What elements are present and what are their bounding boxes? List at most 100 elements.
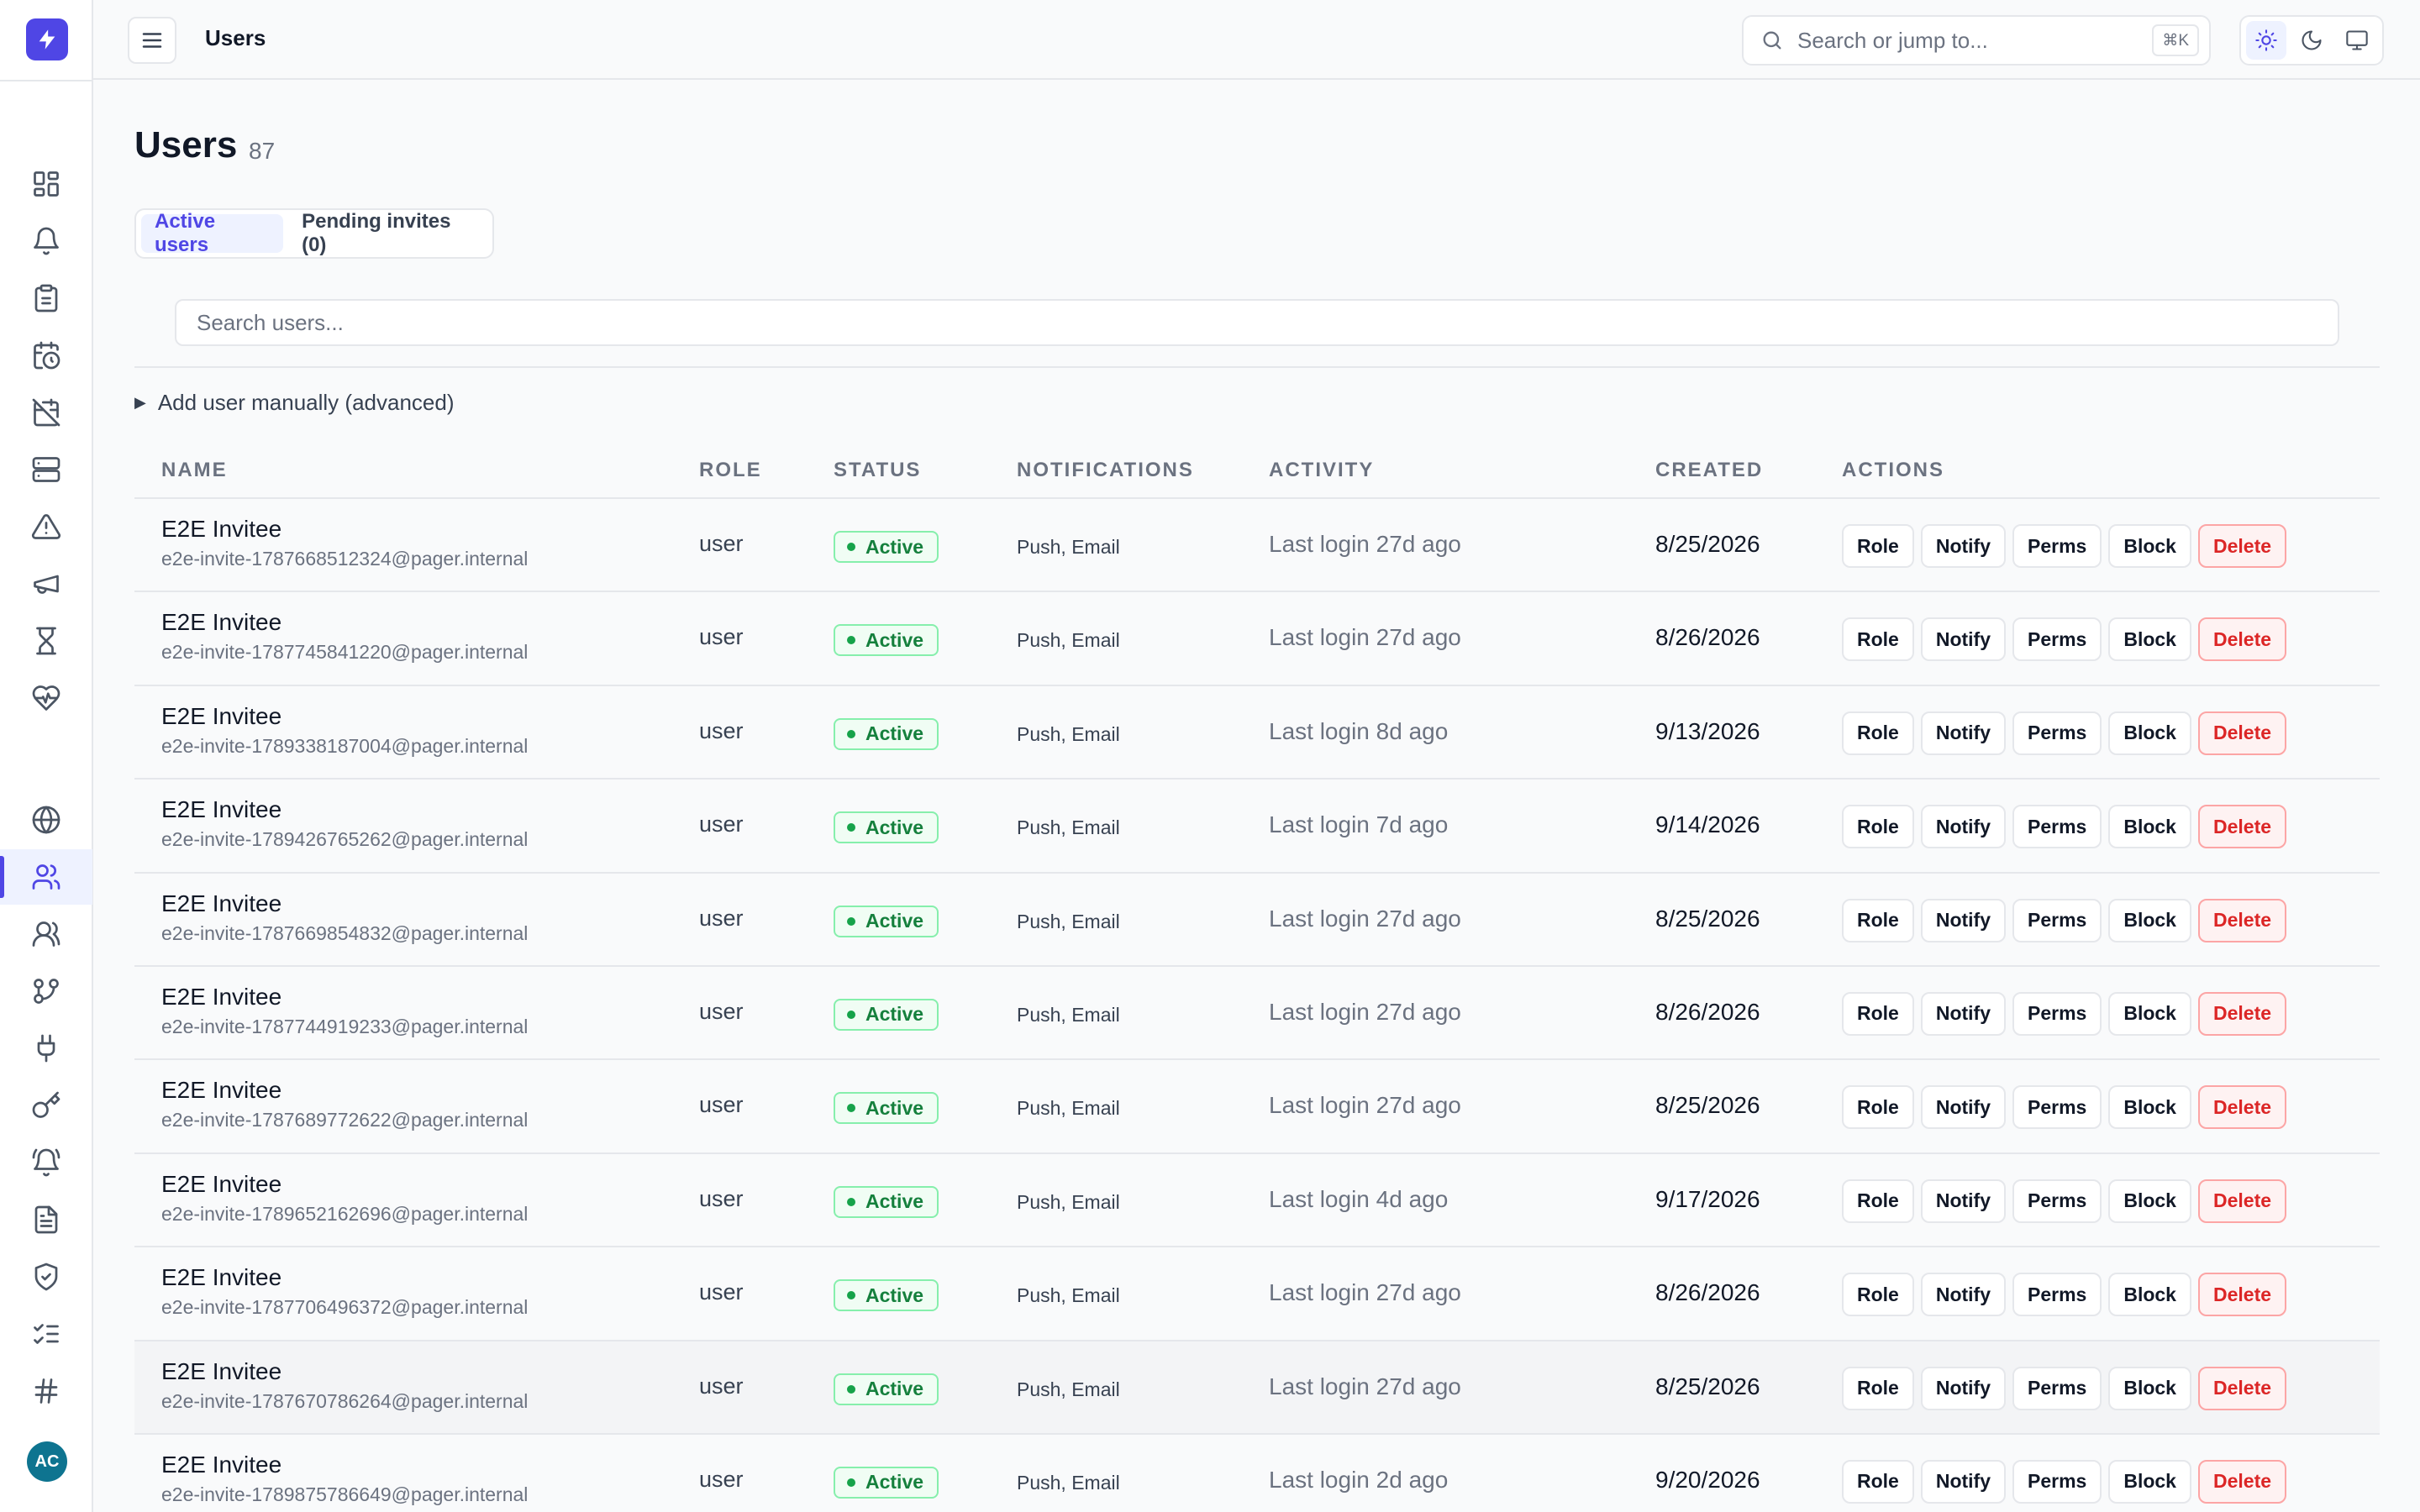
notify-button[interactable]: Notify <box>1920 805 2007 849</box>
delete-button[interactable]: Delete <box>2197 1179 2287 1223</box>
role-button[interactable]: Role <box>1842 1085 1914 1130</box>
notify-button[interactable]: Notify <box>1920 1366 2007 1410</box>
table-row[interactable]: E2E Invitee e2e-invite-1787668512324@page… <box>134 499 2380 593</box>
delete-button[interactable]: Delete <box>2197 805 2287 849</box>
block-button[interactable]: Block <box>2108 1179 2191 1223</box>
role-button[interactable]: Role <box>1842 1366 1914 1410</box>
notify-button[interactable]: Notify <box>1920 711 2007 755</box>
nav-teams[interactable] <box>0 906 92 962</box>
perms-button[interactable]: Perms <box>2012 1459 2102 1504</box>
perms-button[interactable]: Perms <box>2012 617 2102 662</box>
notify-button[interactable]: Notify <box>1920 991 2007 1036</box>
table-row[interactable]: E2E Invitee e2e-invite-1787706496372@page… <box>134 1247 2380 1341</box>
block-button[interactable]: Block <box>2108 991 2191 1036</box>
nav-audit-log[interactable] <box>0 1192 92 1247</box>
notify-button[interactable]: Notify <box>1920 524 2007 568</box>
role-button[interactable]: Role <box>1842 1459 1914 1504</box>
role-button[interactable]: Role <box>1842 524 1914 568</box>
delete-button[interactable]: Delete <box>2197 711 2287 755</box>
header-activity[interactable]: ACTIVITY <box>1269 459 1374 482</box>
nav-tasks[interactable] <box>0 270 92 326</box>
perms-button[interactable]: Perms <box>2012 1366 2102 1410</box>
table-row[interactable]: E2E Invitee e2e-invite-1787745841220@page… <box>134 592 2380 686</box>
role-button[interactable]: Role <box>1842 1273 1914 1317</box>
notify-button[interactable]: Notify <box>1920 617 2007 662</box>
block-button[interactable]: Block <box>2108 617 2191 662</box>
header-name[interactable]: NAME <box>161 459 228 482</box>
table-row[interactable]: E2E Invitee e2e-invite-1787670786264@page… <box>134 1341 2380 1435</box>
nav-checklists[interactable] <box>0 1306 92 1362</box>
nav-schedules[interactable] <box>0 328 92 383</box>
search-users-input[interactable] <box>175 299 2339 346</box>
block-button[interactable]: Block <box>2108 1273 2191 1317</box>
nav-health[interactable] <box>0 670 92 726</box>
app-logo[interactable] <box>26 18 68 60</box>
delete-button[interactable]: Delete <box>2197 898 2287 942</box>
block-button[interactable]: Block <box>2108 1366 2191 1410</box>
perms-button[interactable]: Perms <box>2012 1179 2102 1223</box>
table-row[interactable]: E2E Invitee e2e-invite-1789652162696@page… <box>134 1154 2380 1248</box>
nav-api-keys[interactable] <box>0 1078 92 1133</box>
nav-users[interactable] <box>0 849 92 905</box>
delete-button[interactable]: Delete <box>2197 617 2287 662</box>
light-theme-button[interactable] <box>2246 21 2286 60</box>
menu-toggle-button[interactable] <box>128 17 176 64</box>
delete-button[interactable]: Delete <box>2197 1366 2287 1410</box>
notify-button[interactable]: Notify <box>1920 1179 2007 1223</box>
nav-services[interactable] <box>0 442 92 497</box>
delete-button[interactable]: Delete <box>2197 1085 2287 1130</box>
role-button[interactable]: Role <box>1842 805 1914 849</box>
nav-time-off[interactable] <box>0 385 92 440</box>
block-button[interactable]: Block <box>2108 898 2191 942</box>
perms-button[interactable]: Perms <box>2012 805 2102 849</box>
table-row[interactable]: E2E Invitee e2e-invite-1789426765262@page… <box>134 780 2380 874</box>
nav-timers[interactable] <box>0 613 92 669</box>
nav-incidents[interactable] <box>0 499 92 554</box>
nav-alerts[interactable] <box>0 213 92 269</box>
block-button[interactable]: Block <box>2108 1459 2191 1504</box>
nav-dashboard[interactable] <box>0 156 92 212</box>
notify-button[interactable]: Notify <box>1920 1273 2007 1317</box>
block-button[interactable]: Block <box>2108 711 2191 755</box>
role-button[interactable]: Role <box>1842 898 1914 942</box>
delete-button[interactable]: Delete <box>2197 524 2287 568</box>
nav-channels[interactable] <box>0 1363 92 1419</box>
table-row[interactable]: E2E Invitee e2e-invite-1789338187004@page… <box>134 686 2380 780</box>
avatar[interactable]: AC <box>27 1441 67 1482</box>
role-button[interactable]: Role <box>1842 617 1914 662</box>
perms-button[interactable]: Perms <box>2012 1273 2102 1317</box>
nav-status-pages[interactable] <box>0 792 92 848</box>
nav-announcements[interactable] <box>0 556 92 612</box>
system-theme-button[interactable] <box>2337 21 2377 60</box>
nav-escalations[interactable] <box>0 963 92 1019</box>
global-search[interactable]: Search or jump to... ⌘K <box>1742 15 2211 66</box>
tab-active-users[interactable]: Active users <box>141 210 284 256</box>
nav-integrations[interactable] <box>0 1021 92 1076</box>
header-notifications[interactable]: NOTIFICATIONS <box>1017 459 1194 482</box>
delete-button[interactable]: Delete <box>2197 1273 2287 1317</box>
table-row[interactable]: E2E Invitee e2e-invite-1787744919233@page… <box>134 967 2380 1061</box>
perms-button[interactable]: Perms <box>2012 898 2102 942</box>
header-created[interactable]: CREATED <box>1655 459 1763 482</box>
delete-button[interactable]: Delete <box>2197 1459 2287 1504</box>
table-row[interactable]: E2E Invitee e2e-invite-1789875786649@page… <box>134 1435 2380 1512</box>
header-role[interactable]: ROLE <box>699 459 762 482</box>
perms-button[interactable]: Perms <box>2012 711 2102 755</box>
notify-button[interactable]: Notify <box>1920 1459 2007 1504</box>
tab-pending-invites[interactable]: Pending invites (0) <box>288 210 487 256</box>
block-button[interactable]: Block <box>2108 805 2191 849</box>
delete-button[interactable]: Delete <box>2197 991 2287 1036</box>
block-button[interactable]: Block <box>2108 1085 2191 1130</box>
nav-notification-rules[interactable] <box>0 1135 92 1190</box>
notify-button[interactable]: Notify <box>1920 898 2007 942</box>
perms-button[interactable]: Perms <box>2012 1085 2102 1130</box>
dark-theme-button[interactable] <box>2291 21 2332 60</box>
block-button[interactable]: Block <box>2108 524 2191 568</box>
notify-button[interactable]: Notify <box>1920 1085 2007 1130</box>
role-button[interactable]: Role <box>1842 991 1914 1036</box>
perms-button[interactable]: Perms <box>2012 991 2102 1036</box>
perms-button[interactable]: Perms <box>2012 524 2102 568</box>
role-button[interactable]: Role <box>1842 1179 1914 1223</box>
add-user-toggle[interactable]: ▶ Add user manually (advanced) <box>134 390 454 416</box>
nav-security[interactable] <box>0 1249 92 1305</box>
